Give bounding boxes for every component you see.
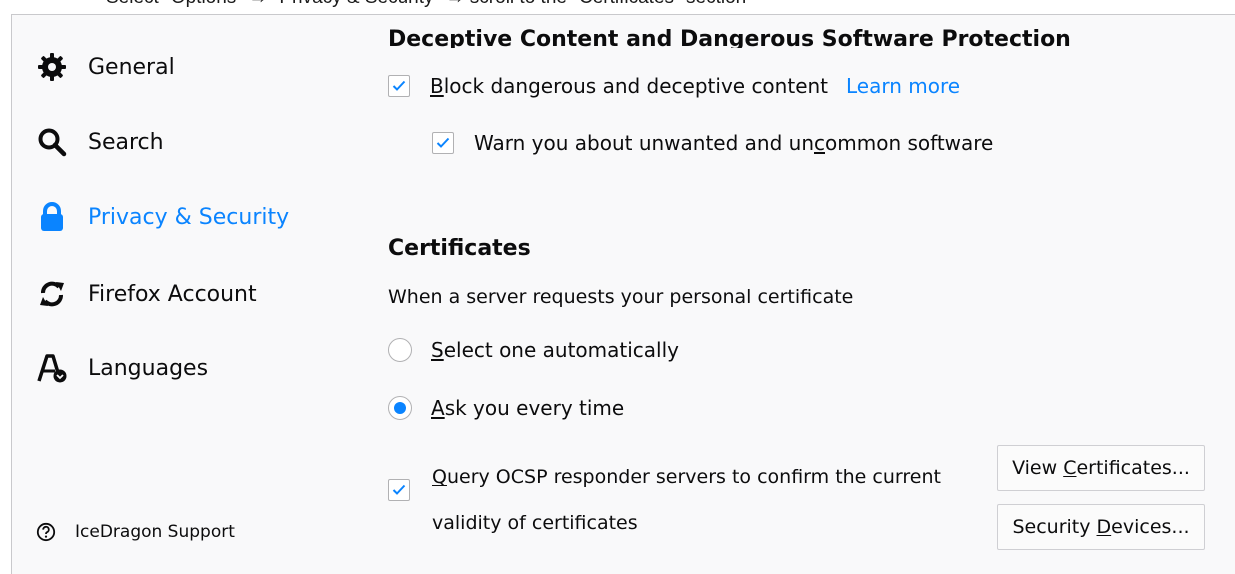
sidebar-item-label: Search — [88, 129, 164, 155]
warn-unwanted-label: Warn you about unwanted and uncommon sof… — [474, 131, 994, 155]
lock-icon — [36, 201, 68, 233]
learn-more-link[interactable]: Learn more — [846, 74, 960, 98]
select-automatically-label: Select one automatically — [431, 338, 679, 362]
sidebar-item-privacy-security[interactable]: Privacy & Security — [36, 201, 289, 233]
sidebar-item-label: Languages — [88, 355, 209, 381]
ask-every-time-label: Ask you every time — [431, 396, 625, 420]
ocsp-label-line2: validity of certificates — [432, 512, 638, 534]
support-link[interactable]: IceDragon Support — [36, 522, 235, 542]
ocsp-label: Query OCSP responder servers to confirm … — [432, 454, 992, 546]
sidebar-item-search[interactable]: Search — [36, 126, 164, 158]
select-automatically-radio[interactable] — [388, 338, 412, 362]
checkmark-icon — [392, 484, 406, 495]
sidebar-item-label: General — [88, 54, 175, 80]
security-devices-button[interactable]: Security Devices... — [997, 504, 1205, 550]
gear-icon — [36, 51, 68, 83]
view-certificates-button[interactable]: View Certificates... — [997, 445, 1205, 491]
block-dangerous-checkbox[interactable] — [388, 75, 410, 97]
sidebar-item-label: Firefox Account — [88, 281, 257, 307]
checkmark-icon — [392, 80, 406, 91]
certificates-title: Certificates — [388, 236, 531, 261]
sidebar-item-languages[interactable]: Languages — [36, 352, 208, 384]
sync-icon — [36, 278, 68, 310]
help-icon — [36, 522, 56, 542]
support-label: IceDragon Support — [75, 522, 235, 542]
warn-unwanted-row: Warn you about unwanted and uncommon sof… — [432, 131, 993, 155]
ocsp-label-line1: Query OCSP responder servers to confirm … — [432, 466, 941, 488]
ask-every-time-radio[interactable] — [388, 396, 412, 420]
sidebar-item-label: Privacy & Security — [88, 204, 290, 230]
search-icon — [36, 126, 68, 158]
instruction-caption: Select "Options" → "Privacy & Security" … — [106, 0, 746, 9]
warn-unwanted-checkbox[interactable] — [432, 132, 454, 154]
block-dangerous-label: Block dangerous and deceptive content — [430, 74, 829, 98]
certificates-description: When a server requests your personal cer… — [388, 286, 854, 308]
ocsp-checkbox[interactable] — [388, 479, 410, 501]
sidebar-item-firefox-account[interactable]: Firefox Account — [36, 278, 257, 310]
sidebar-item-general[interactable]: General — [36, 51, 175, 83]
select-automatically-row: Select one automatically — [388, 338, 679, 362]
checkmark-icon — [436, 137, 450, 148]
block-dangerous-row: Block dangerous and deceptive content Le… — [388, 74, 960, 98]
deceptive-content-heading: Deceptive Content and Dangerous Software… — [388, 27, 1071, 49]
languages-icon — [36, 352, 68, 384]
ask-every-time-row: Ask you every time — [388, 396, 624, 420]
